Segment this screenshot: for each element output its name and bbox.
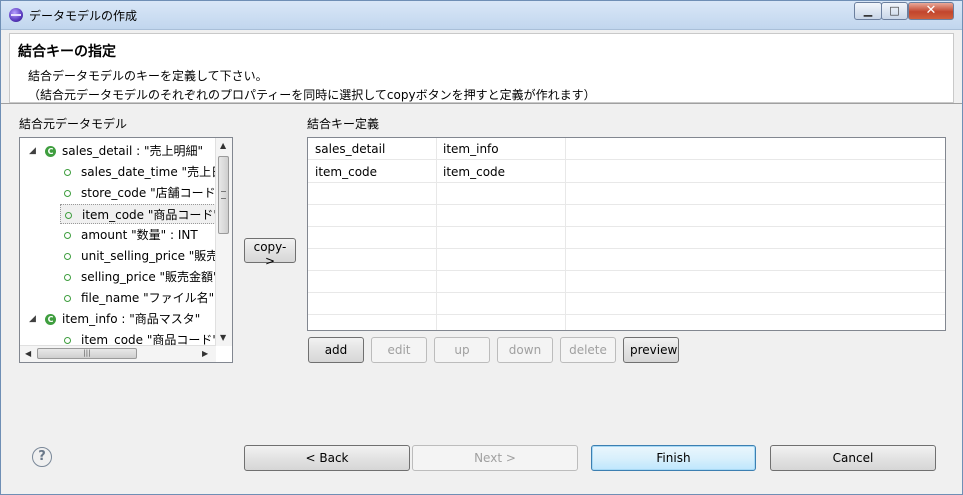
eclipse-app-icon xyxy=(9,8,23,22)
page-hint: （結合元データモデルのそれぞれのプロパティーを同時に選択してcopyボタンを押す… xyxy=(28,88,596,102)
copy-button[interactable]: copy-> xyxy=(244,238,296,268)
add-button[interactable]: add xyxy=(308,337,364,363)
up-button[interactable]: up xyxy=(434,337,490,363)
table-row[interactable]: item_code item_code xyxy=(308,161,945,183)
tree-vertical-thumb[interactable] xyxy=(218,156,229,234)
tree-node-label: item_info : "商品マスタ" xyxy=(62,312,201,326)
tree-node-label: store_code "店舗コード" xyxy=(81,186,222,200)
tree-node-property[interactable]: sales_date_time "売上日時" xyxy=(60,162,232,182)
tree-horizontal-scrollbar[interactable]: ◀ ||| ▶ xyxy=(20,345,216,362)
join-key-table[interactable]: sales_detail item_info item_code item_cod… xyxy=(307,137,946,331)
preview-button[interactable]: preview xyxy=(623,337,679,363)
help-icon[interactable]: ? xyxy=(32,447,52,467)
tree-node-model[interactable]: ◢ Citem_info : "商品マスタ" xyxy=(20,309,216,329)
scroll-right-icon[interactable]: ▶ xyxy=(202,349,208,358)
header-banner: 結合キーの指定 結合データモデルのキーを定義して下さい。 （結合元データモデルの… xyxy=(9,33,954,103)
edit-button[interactable]: edit xyxy=(371,337,427,363)
tree-node-label: file_name "ファイル名" xyxy=(81,291,215,305)
tree-node-property[interactable]: item_code "商品コード" xyxy=(60,204,219,224)
tree-vertical-scrollbar[interactable]: ▲ ▼ xyxy=(215,138,232,346)
tree-node-property[interactable]: file_name "ファイル名" xyxy=(60,288,220,308)
minimize-button[interactable]: ▁ xyxy=(854,2,882,20)
tree-node-label: unit_selling_price "販売単価" xyxy=(81,249,233,263)
cell-source-key: item_code xyxy=(315,165,378,179)
property-icon xyxy=(64,253,71,260)
table-row[interactable] xyxy=(308,183,945,205)
tree-horizontal-thumb[interactable]: ||| xyxy=(37,348,137,359)
table-row[interactable] xyxy=(308,205,945,227)
column-header-source[interactable]: sales_detail xyxy=(315,138,385,160)
down-button[interactable]: down xyxy=(497,337,553,363)
property-icon xyxy=(64,232,71,239)
tree-node-property[interactable]: selling_price "販売金額" xyxy=(60,267,220,287)
next-button[interactable]: Next > xyxy=(412,445,578,471)
column-divider xyxy=(436,138,437,330)
tree-node-property[interactable]: store_code "店舗コード" xyxy=(60,183,222,203)
window-title: データモデルの作成 xyxy=(29,9,138,23)
column-header-target[interactable]: item_info xyxy=(443,138,499,160)
property-icon xyxy=(64,295,71,302)
property-icon xyxy=(64,169,71,176)
table-row[interactable] xyxy=(308,227,945,249)
source-model-tree[interactable]: item_code "商品コード" ◢ Citem_info : "商品マスタ" fi… xyxy=(19,137,233,363)
minimize-icon: ▁ xyxy=(863,4,873,17)
table-row[interactable] xyxy=(308,271,945,293)
tree-node-label: sales_detail : "売上明細" xyxy=(62,144,204,158)
delete-button[interactable]: delete xyxy=(560,337,616,363)
model-class-icon: C xyxy=(45,314,56,325)
back-button[interactable]: < Back xyxy=(244,445,410,471)
scroll-up-icon[interactable]: ▲ xyxy=(220,141,226,150)
table-row[interactable] xyxy=(308,293,945,315)
page-description: 結合データモデルのキーを定義して下さい。 xyxy=(28,69,268,83)
banner-separator xyxy=(1,103,962,104)
scroll-left-icon[interactable]: ◀ xyxy=(25,349,31,358)
cell-target-key: item_code xyxy=(443,165,506,179)
expand-arrow-icon[interactable]: ◢ xyxy=(29,141,37,161)
property-icon xyxy=(64,274,71,281)
tree-node-label: sales_date_time "売上日時" xyxy=(81,165,233,179)
maximize-button[interactable]: □ xyxy=(881,2,908,20)
tree-node-property[interactable]: unit_selling_price "販売単価" xyxy=(60,246,232,266)
finish-button[interactable]: Finish xyxy=(591,445,756,471)
cancel-button[interactable]: Cancel xyxy=(770,445,936,471)
page-title: 結合キーの指定 xyxy=(18,44,116,60)
title-bar[interactable]: データモデルの作成 ▁ □ ✕ xyxy=(1,1,962,30)
tree-node-label: item_code "商品コード" xyxy=(82,208,219,222)
close-button[interactable]: ✕ xyxy=(908,2,954,20)
join-key-label: 結合キー定義 xyxy=(307,117,380,131)
column-divider xyxy=(565,138,566,330)
property-icon xyxy=(64,337,71,344)
expand-arrow-icon[interactable]: ◢ xyxy=(29,309,37,329)
dialog-window: データモデルの作成 ▁ □ ✕ 結合キーの指定 結合データモデルのキーを定義して… xyxy=(0,0,963,495)
source-model-label: 結合元データモデル xyxy=(19,117,128,131)
scroll-down-icon[interactable]: ▼ xyxy=(220,333,226,342)
property-icon xyxy=(65,212,72,219)
tree-node-label: amount "数量" : INT xyxy=(81,228,198,242)
model-class-icon: C xyxy=(45,146,56,157)
close-icon: ✕ xyxy=(925,3,937,18)
maximize-icon: □ xyxy=(889,4,900,17)
table-row[interactable] xyxy=(308,249,945,271)
table-header: sales_detail item_info xyxy=(308,138,945,160)
grip-icon xyxy=(221,191,226,199)
tree-node-property[interactable]: amount "数量" : INT xyxy=(60,225,220,245)
tree-node-model[interactable]: ◢ Csales_detail : "売上明細" xyxy=(20,141,216,161)
property-icon xyxy=(64,190,71,197)
tree-node-label: selling_price "販売金額" xyxy=(81,270,219,284)
